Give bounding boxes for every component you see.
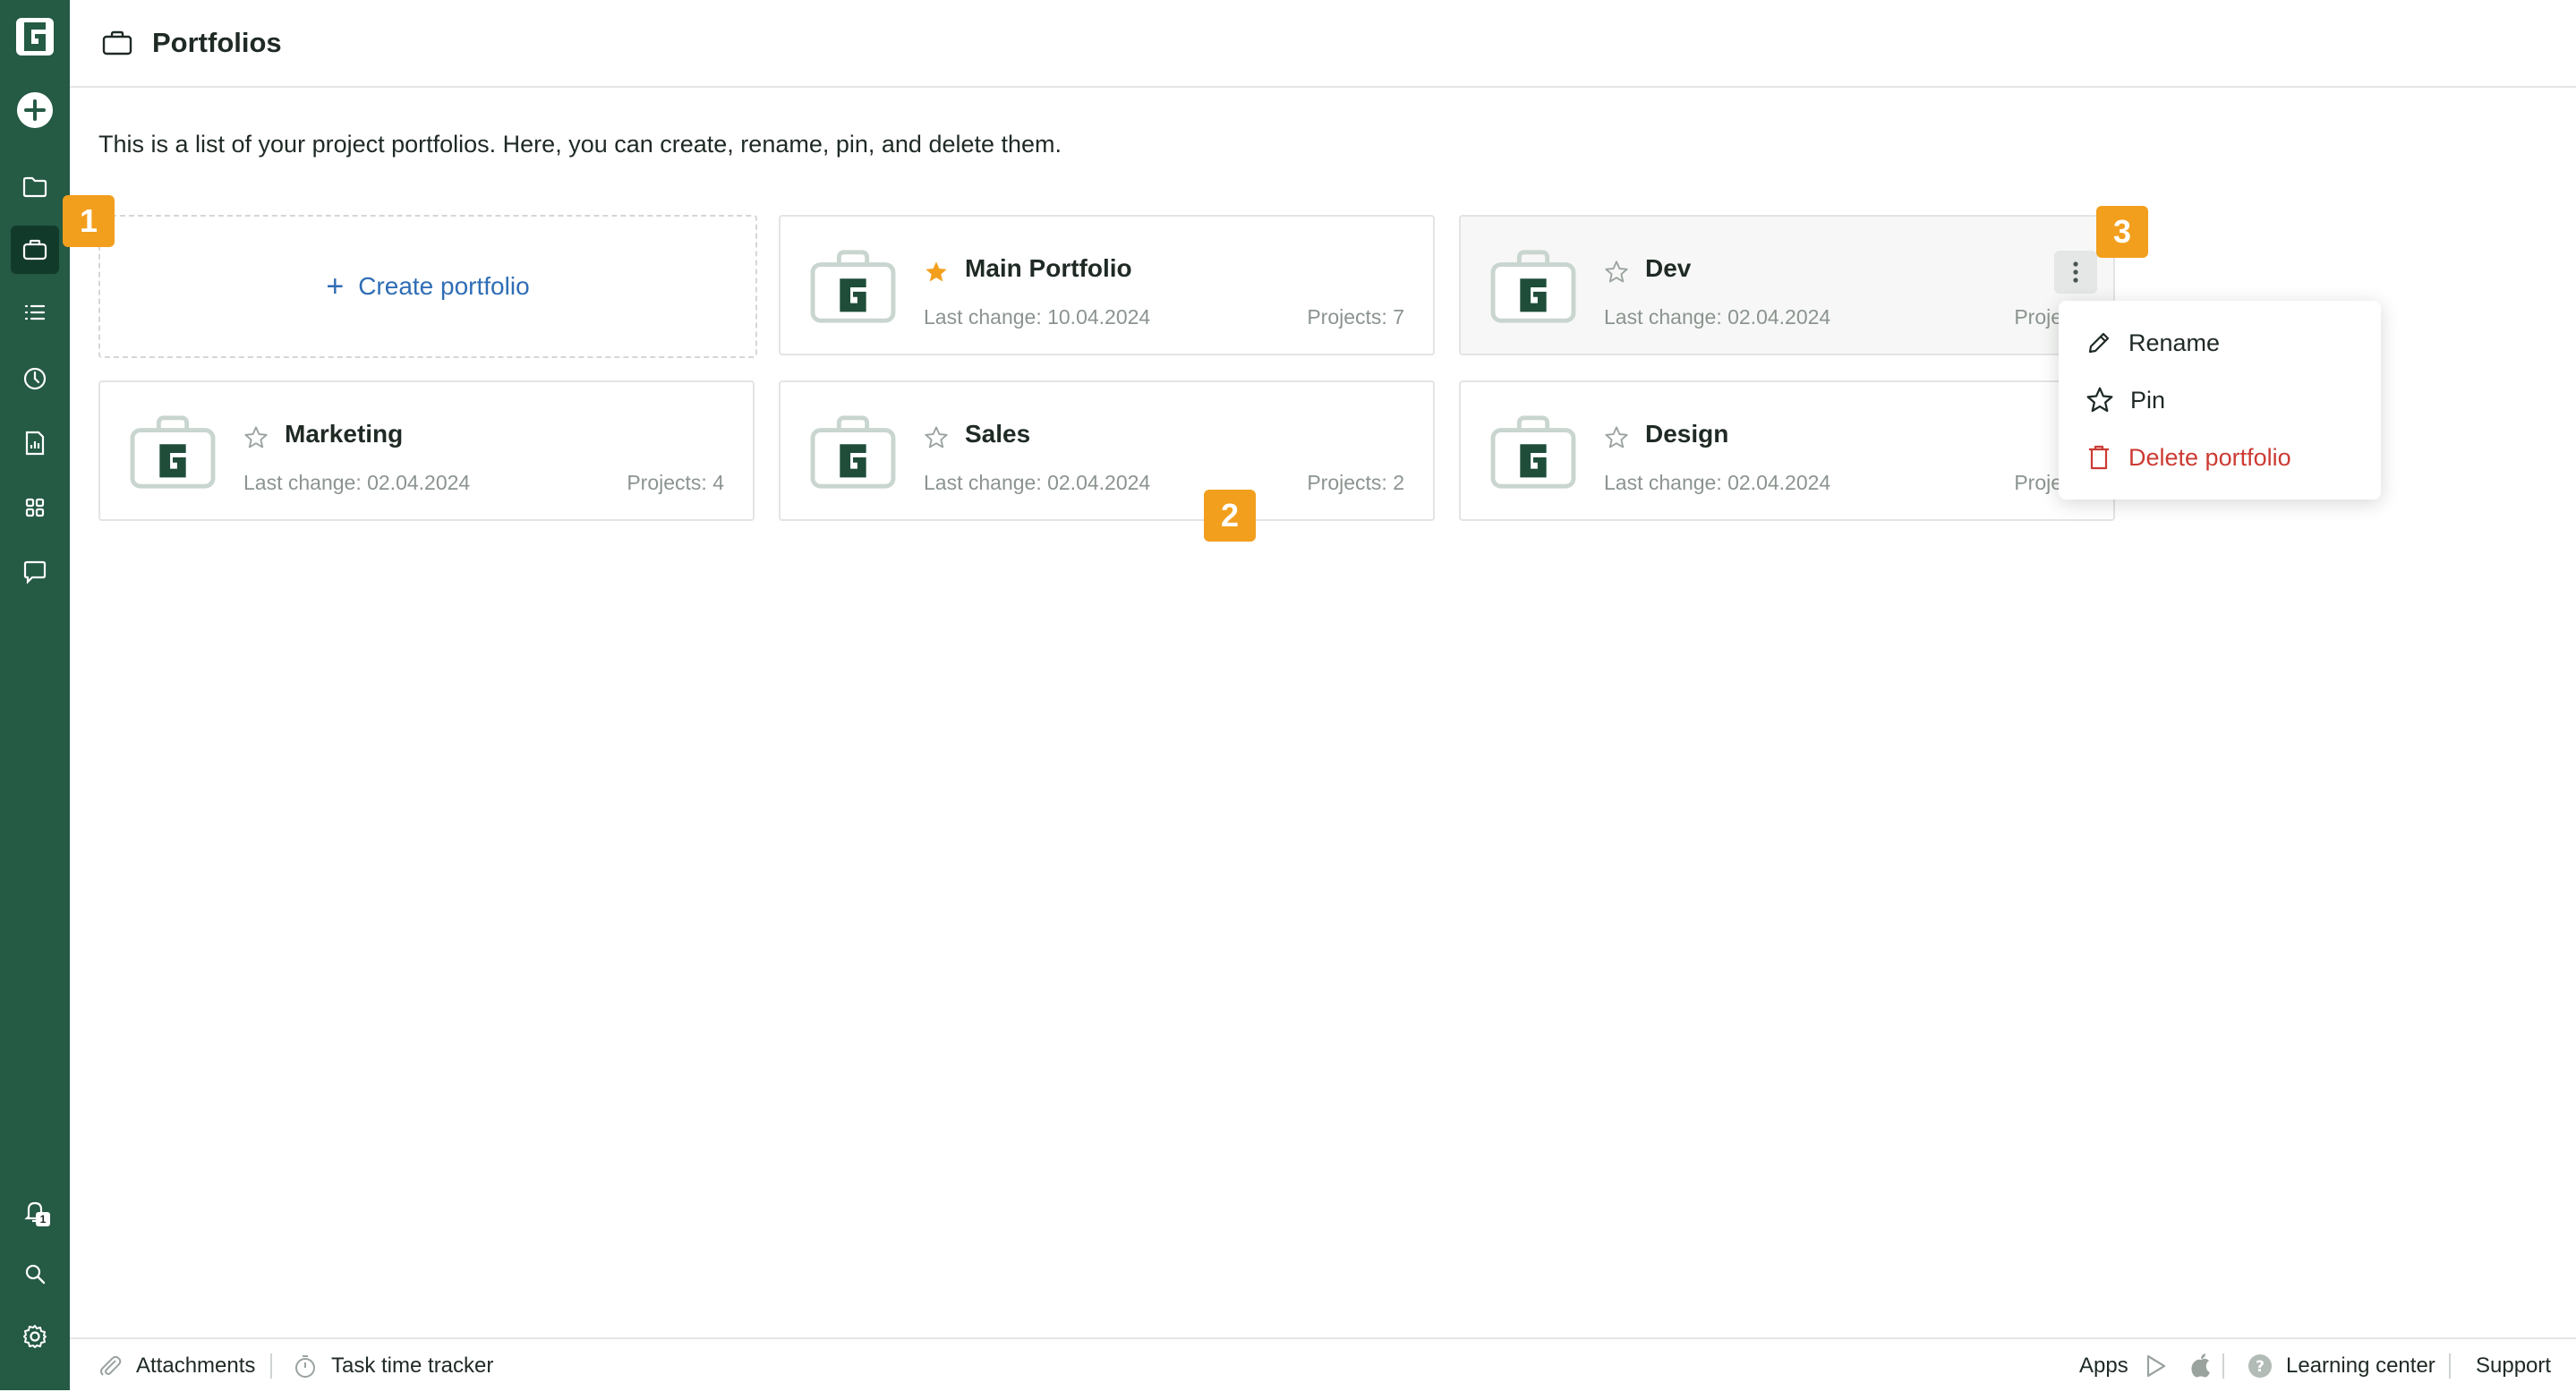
portfolio-last-change: Last change: 02.04.2024 <box>1604 471 1831 494</box>
portfolio-last-change: Last change: 02.04.2024 <box>243 471 471 494</box>
pencil-icon <box>2088 332 2110 354</box>
create-portfolio-button[interactable]: + Create portfolio <box>98 215 757 358</box>
help-icon: ? <box>2248 1354 2272 1378</box>
menu-item-label: Pin <box>2130 386 2166 414</box>
clock-icon[interactable] <box>11 354 59 403</box>
svg-text:?: ? <box>2256 1358 2265 1376</box>
portfolio-card-marketing[interactable]: Marketing Last change: 02.04.2024 Projec… <box>98 380 755 521</box>
portfolio-project-count: Projects: 4 <box>627 471 724 494</box>
portfolio-context-menu: Rename Pin Delete portfolio <box>2059 301 2381 500</box>
star-outline-icon[interactable] <box>924 425 949 450</box>
support-label: Support <box>2476 1353 2552 1378</box>
menu-item-label: Rename <box>2128 329 2221 356</box>
menu-item-rename[interactable]: Rename <box>2086 323 2220 363</box>
portfolio-project-count: Projects: 7 <box>1307 305 1404 329</box>
portfolio-name: Marketing <box>285 420 404 448</box>
grid-icon[interactable] <box>11 483 59 532</box>
star-outline-icon <box>2086 387 2113 413</box>
star-outline-icon[interactable] <box>243 425 269 450</box>
star-outline-icon[interactable] <box>1604 260 1629 285</box>
kebab-icon <box>2073 261 2078 283</box>
portfolio-name: Main Portfolio <box>965 254 1132 282</box>
footer-divider <box>2449 1354 2451 1379</box>
footer-divider <box>270 1354 272 1379</box>
star-outline-icon[interactable] <box>1604 425 1629 450</box>
search-icon[interactable] <box>11 1250 59 1298</box>
sidebar: 1 <box>0 0 70 1390</box>
bell-icon[interactable]: 1 <box>11 1187 59 1235</box>
list-icon[interactable] <box>11 288 59 337</box>
portfolio-logo-icon <box>809 247 897 326</box>
portfolio-last-change: Last change: 02.04.2024 <box>924 471 1151 494</box>
portfolio-last-change: Last change: 10.04.2024 <box>924 305 1151 329</box>
attachments-link[interactable]: Attachments <box>97 1339 255 1392</box>
apps-link[interactable]: Apps <box>2079 1339 2128 1392</box>
learning-center-label: Learning center <box>2286 1353 2435 1378</box>
plus-circle-icon[interactable] <box>11 86 59 134</box>
create-portfolio-label: Create portfolio <box>358 272 530 300</box>
step-marker-3: 3 <box>2096 206 2148 258</box>
plus-icon: + <box>326 269 345 303</box>
trash-icon <box>2089 445 2109 470</box>
intro-text: This is a list of your project portfolio… <box>98 131 1062 158</box>
notification-badge: 1 <box>36 1212 50 1226</box>
menu-item-label: Delete portfolio <box>2128 443 2291 471</box>
footer-divider <box>2222 1354 2224 1379</box>
portfolio-last-change: Last change: 02.04.2024 <box>1604 305 1831 329</box>
apple-icon[interactable] <box>2189 1339 2213 1392</box>
page-title: Portfolios <box>152 27 282 58</box>
more-options-button[interactable] <box>2054 251 2097 294</box>
folder-icon[interactable] <box>11 163 59 211</box>
chat-icon[interactable] <box>11 548 59 596</box>
portfolio-card-dev[interactable]: Dev Last change: 02.04.2024 Projects: 3 <box>1459 215 2115 355</box>
stopwatch-icon <box>295 1354 315 1378</box>
portfolio-card-main[interactable]: Main Portfolio Last change: 10.04.2024 P… <box>779 215 1435 355</box>
menu-item-delete[interactable]: Delete portfolio <box>2086 438 2291 477</box>
portfolio-card-design[interactable]: Design Last change: 02.04.2024 Projects:… <box>1459 380 2115 521</box>
portfolio-logo-icon <box>809 413 897 491</box>
support-link[interactable]: Support <box>2476 1339 2551 1392</box>
portfolio-name: Design <box>1645 420 1729 448</box>
task-time-tracker-link[interactable]: Task time tracker <box>292 1339 493 1392</box>
step-marker-2: 2 <box>1204 490 1256 542</box>
portfolio-name: Dev <box>1645 254 1692 282</box>
portfolio-logo-icon <box>129 413 217 491</box>
portfolio-card-sales[interactable]: Sales Last change: 02.04.2024 Projects: … <box>779 380 1435 521</box>
gear-icon[interactable] <box>11 1312 59 1361</box>
google-play-icon[interactable] <box>2145 1339 2168 1392</box>
g-logo-icon[interactable] <box>11 13 59 61</box>
attachments-label: Attachments <box>136 1353 256 1378</box>
task-time-tracker-label: Task time tracker <box>331 1353 494 1378</box>
briefcase-icon[interactable] <box>11 226 59 274</box>
portfolio-logo-icon <box>1489 413 1577 491</box>
menu-item-pin[interactable]: Pin <box>2086 380 2165 420</box>
learning-center-link[interactable]: ? Learning center <box>2247 1339 2435 1392</box>
apps-label: Apps <box>2079 1353 2128 1378</box>
step-marker-1: 1 <box>63 195 115 247</box>
portfolio-name: Sales <box>965 420 1031 448</box>
briefcase-icon <box>102 30 132 56</box>
page-header: Portfolios <box>70 0 2576 88</box>
portfolio-project-count: Projects: 2 <box>1307 471 1404 494</box>
report-icon[interactable] <box>11 419 59 467</box>
paperclip-icon <box>100 1355 122 1376</box>
footer-bar: Attachments Task time tracker Apps ? Lea… <box>70 1337 2576 1392</box>
portfolio-logo-icon <box>1489 247 1577 326</box>
star-filled-icon[interactable] <box>924 260 949 285</box>
